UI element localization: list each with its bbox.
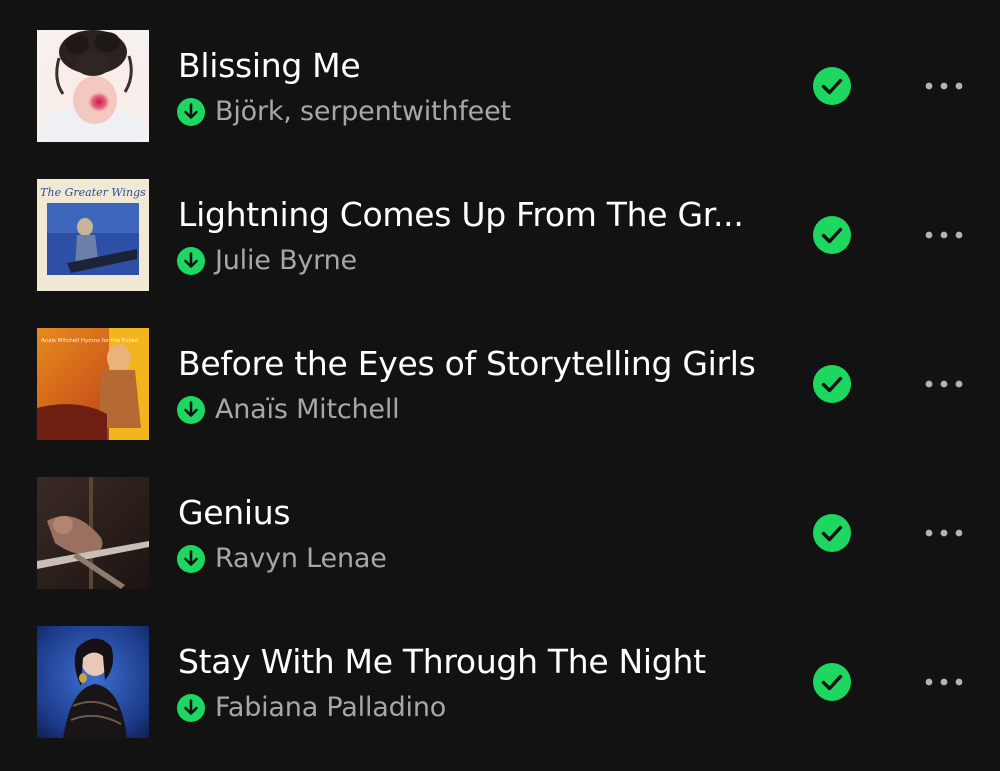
track-list: Blissing Me Björk, serpentwithfeet The G… (0, 0, 1000, 771)
track-title: Blissing Me (178, 46, 361, 85)
check-circle-icon[interactable] (812, 662, 852, 702)
more-options-icon (925, 529, 963, 537)
album-art (37, 477, 149, 589)
download-arrow-icon (177, 98, 205, 126)
check-circle-icon[interactable] (812, 66, 852, 106)
more-options-icon (925, 678, 963, 686)
track-row[interactable]: Genius Ravyn Lenae (0, 447, 1000, 595)
check-circle-icon[interactable] (812, 513, 852, 553)
check-circle-icon[interactable] (812, 215, 852, 255)
album-art-title: Anaïs Mitchell Hymns for the Exiled (41, 338, 138, 344)
download-arrow-icon (177, 545, 205, 573)
album-art (37, 30, 149, 142)
more-options-button[interactable] (913, 213, 975, 257)
more-options-icon (925, 82, 963, 90)
album-art-image (37, 30, 149, 142)
track-row[interactable]: Stay With Me Through The Night Fabiana P… (0, 596, 1000, 744)
track-title: Stay With Me Through The Night (178, 642, 706, 681)
album-art (37, 626, 149, 738)
download-arrow-icon (177, 694, 205, 722)
album-art-title: The Greater Wings (40, 186, 146, 199)
album-art: The Greater Wings (37, 179, 149, 291)
more-options-button[interactable] (913, 511, 975, 555)
album-art: Anaïs Mitchell Hymns for the Exiled (37, 328, 149, 440)
album-art-image (37, 477, 149, 589)
check-circle-icon[interactable] (812, 364, 852, 404)
more-options-button[interactable] (913, 660, 975, 704)
artist-name[interactable]: Fabiana Palladino (215, 691, 446, 725)
download-arrow-icon (177, 396, 205, 424)
more-options-icon (925, 231, 963, 239)
artist-name[interactable]: Björk, serpentwithfeet (215, 95, 511, 129)
track-row[interactable]: The Greater Wings Lightning Comes Up Fro… (0, 149, 1000, 297)
artist-name[interactable]: Ravyn Lenae (215, 542, 387, 576)
artist-name[interactable]: Julie Byrne (215, 244, 357, 278)
album-art-image (37, 626, 149, 738)
download-arrow-icon (177, 247, 205, 275)
album-art-image: The Greater Wings (37, 179, 149, 291)
more-options-button[interactable] (913, 362, 975, 406)
track-title: Lightning Comes Up From The Gr... (178, 195, 744, 234)
track-title: Before the Eyes of Storytelling Girls (178, 344, 756, 383)
artist-name[interactable]: Anaïs Mitchell (215, 393, 400, 427)
track-row[interactable]: Anaïs Mitchell Hymns for the Exiled Befo… (0, 298, 1000, 446)
album-art-image: Anaïs Mitchell Hymns for the Exiled (37, 328, 149, 440)
track-title: Genius (178, 493, 291, 532)
more-options-button[interactable] (913, 64, 975, 108)
track-row[interactable]: Blissing Me Björk, serpentwithfeet (0, 0, 1000, 148)
more-options-icon (925, 380, 963, 388)
